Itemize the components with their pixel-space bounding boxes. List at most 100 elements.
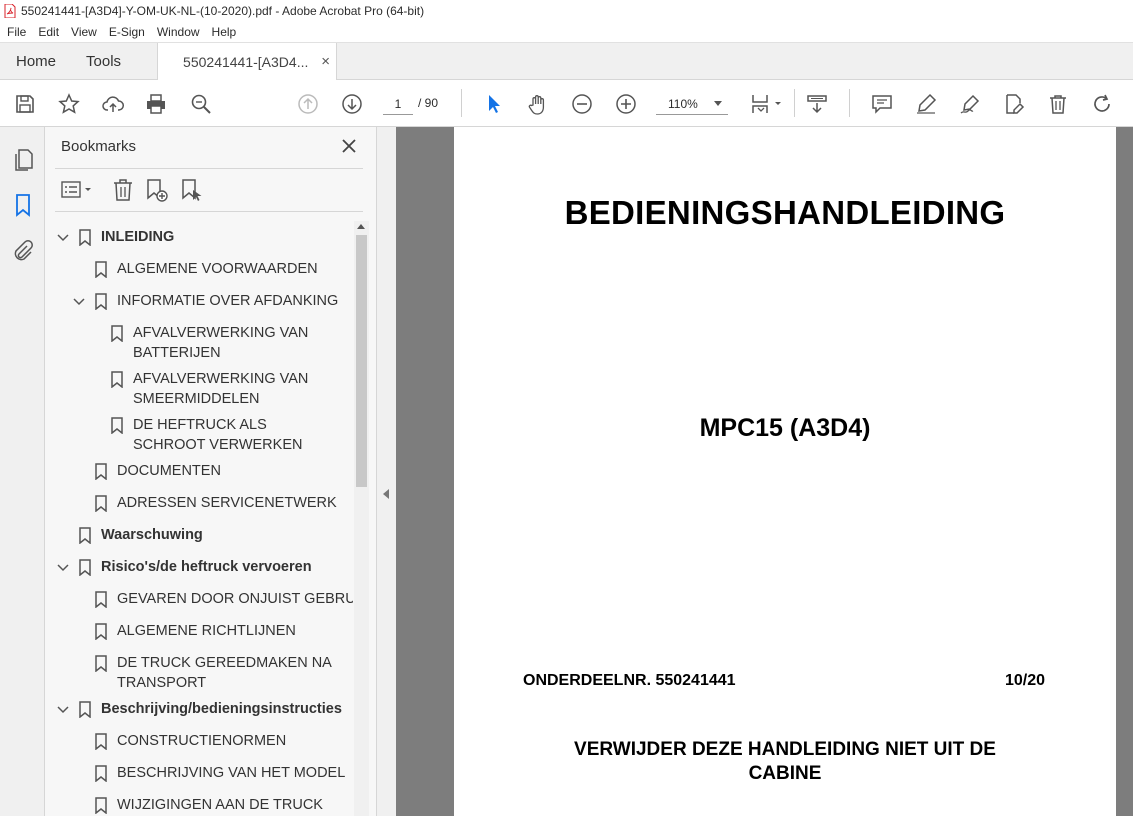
edit-pdf-icon[interactable] [1002, 92, 1026, 116]
zoom-level-select[interactable]: 110% [656, 93, 728, 115]
scroll-up-icon[interactable] [357, 224, 365, 229]
bookmark-label: GEVAREN DOOR ONJUIST GEBRUIK [117, 591, 353, 607]
scrollbar-thumb[interactable] [356, 235, 367, 487]
bookmark-icon [79, 527, 91, 544]
close-icon[interactable] [341, 138, 357, 154]
bookmark-item[interactable]: AFVALVERWERKING VAN SMEERMIDDELEN [45, 369, 351, 409]
bookmark-item[interactable]: Waarschuwing [45, 525, 351, 545]
main-toolbar: 1 / 90 110% [0, 80, 1133, 127]
menu-esign[interactable]: E-Sign [102, 25, 150, 39]
chevron-down-icon[interactable] [57, 232, 69, 244]
bookmark-icon [111, 371, 123, 388]
bookmark-item[interactable]: INFORMATIE OVER AFDANKING [45, 291, 351, 311]
bookmark-icon [95, 261, 107, 278]
page-fit-icon[interactable] [749, 92, 785, 116]
bookmark-options-icon[interactable] [61, 177, 95, 203]
bookmark-label: ALGEMENE VOORWAARDEN [117, 261, 318, 277]
menu-view[interactable]: View [64, 25, 102, 39]
tab-document[interactable]: 550241441-[A3D4... × [157, 43, 338, 80]
model-name: MPC15 (A3D4) [699, 414, 871, 442]
bookmark-item[interactable]: ALGEMENE VOORWAARDEN [45, 259, 351, 279]
trash-icon[interactable] [1046, 92, 1070, 116]
menu-window[interactable]: Window [150, 25, 205, 39]
bookmark-label: Waarschuwing [101, 527, 203, 543]
delete-bookmark-icon[interactable] [111, 177, 135, 203]
previous-page-icon[interactable] [296, 92, 320, 116]
attachments-icon[interactable] [11, 239, 35, 263]
bookmark-item[interactable]: DOCUMENTEN [45, 461, 351, 481]
bookmarks-scrollbar[interactable] [354, 221, 369, 816]
bookmark-item[interactable]: WIJZIGINGEN AAN DE TRUCK [45, 795, 351, 815]
star-icon[interactable] [57, 92, 81, 116]
zoom-in-icon[interactable] [614, 92, 638, 116]
toolbar-divider [849, 89, 850, 117]
find-bookmark-icon[interactable] [180, 177, 204, 203]
menu-edit[interactable]: Edit [31, 25, 64, 39]
select-cursor-icon[interactable] [482, 92, 506, 116]
hand-tool-icon[interactable] [526, 92, 550, 116]
panel-splitter[interactable] [377, 127, 396, 816]
bookmark-label: CONSTRUCTIENORMEN [117, 733, 287, 749]
chevron-down-icon[interactable] [73, 296, 85, 308]
bookmark-icon [95, 797, 107, 814]
new-bookmark-icon[interactable] [145, 177, 169, 203]
bookmark-item[interactable]: Risico's/de heftruck vervoeren [45, 557, 351, 577]
next-page-icon[interactable] [340, 92, 364, 116]
bookmark-label: INFORMATIE OVER AFDANKING [117, 293, 339, 309]
bookmark-icon [95, 293, 107, 310]
print-icon[interactable] [144, 92, 168, 116]
bookmarks-icon[interactable] [11, 193, 35, 217]
cabin-notice: VERWIJDER DEZE HANDLEIDING NIET UIT DE C… [574, 739, 996, 784]
highlight-pen-icon[interactable] [914, 92, 938, 116]
document-title: BEDIENINGSHANDLEIDING [564, 194, 1006, 231]
zoom-search-icon[interactable] [189, 92, 213, 116]
bookmark-item[interactable]: Beschrijving/bedieningsinstructies [45, 699, 351, 719]
scroll-mode-icon[interactable] [805, 92, 829, 116]
bookmark-icon [79, 701, 91, 718]
menu-file[interactable]: File [0, 25, 31, 39]
sign-pen-icon[interactable] [958, 92, 982, 116]
bookmark-item[interactable]: DE HEFTRUCK ALS SCHROOT VERWERKEN [45, 415, 351, 455]
bookmark-icon [95, 591, 107, 608]
close-tab-icon[interactable]: × [321, 53, 330, 70]
bookmark-icon [95, 495, 107, 512]
bookmark-item[interactable]: DE TRUCK GEREEDMAKEN NA TRANSPORT [45, 653, 351, 693]
bookmark-label: DE TRUCK GEREEDMAKEN NA TRANSPORT [117, 655, 332, 691]
zoom-out-icon[interactable] [570, 92, 594, 116]
bookmark-item[interactable]: GEVAREN DOOR ONJUIST GEBRUIK [45, 589, 353, 609]
tab-bar: Home Tools 550241441-[A3D4... × [0, 43, 1133, 80]
bookmark-label: DOCUMENTEN [117, 463, 221, 479]
window-title: 550241441-[A3D4]-Y-OM-UK-NL-(10-2020).pd… [21, 4, 425, 18]
bookmark-label: BESCHRIJVING VAN HET MODEL [117, 765, 346, 781]
tab-document-label: 550241441-[A3D4... [183, 53, 309, 70]
comment-icon[interactable] [870, 92, 894, 116]
menu-help[interactable]: Help [205, 25, 242, 39]
toolbar-divider [461, 89, 462, 117]
document-viewer[interactable]: BEDIENINGSHANDLEIDING MPC15 (A3D4) ONDER… [396, 127, 1133, 816]
bookmark-item[interactable]: BESCHRIJVING VAN HET MODEL [45, 763, 351, 783]
edition-date: 10/20 [1005, 672, 1046, 689]
navigation-rail [0, 127, 45, 816]
bookmark-label: WIJZIGINGEN AAN DE TRUCK [117, 797, 323, 813]
chevron-down-icon[interactable] [57, 704, 69, 716]
divider [55, 211, 363, 212]
tab-tools[interactable]: Tools [70, 43, 135, 79]
toolbar-divider [794, 89, 795, 117]
bookmark-item[interactable]: INLEIDING [45, 227, 351, 247]
bookmark-item[interactable]: AFVALVERWERKING VAN BATTERIJEN [45, 323, 351, 363]
bookmark-icon [79, 559, 91, 576]
bookmark-icon [95, 463, 107, 480]
chevron-down-icon[interactable] [57, 562, 69, 574]
cloud-upload-icon[interactable] [101, 92, 125, 116]
page-thumbnails-icon[interactable] [11, 148, 35, 172]
bookmark-item[interactable]: ADRESSEN SERVICENETWERK [45, 493, 351, 513]
page-number-input[interactable]: 1 [383, 93, 413, 115]
tab-home[interactable]: Home [0, 43, 70, 79]
save-icon[interactable] [13, 92, 37, 116]
page-total: / 90 [418, 96, 439, 110]
bookmark-item[interactable]: ALGEMENE RICHTLIJNEN [45, 621, 351, 641]
collapse-panel-icon[interactable] [383, 489, 389, 499]
bookmark-item[interactable]: CONSTRUCTIENORMEN [45, 731, 351, 751]
chevron-down-icon [714, 101, 722, 106]
rotate-icon[interactable] [1090, 92, 1114, 116]
